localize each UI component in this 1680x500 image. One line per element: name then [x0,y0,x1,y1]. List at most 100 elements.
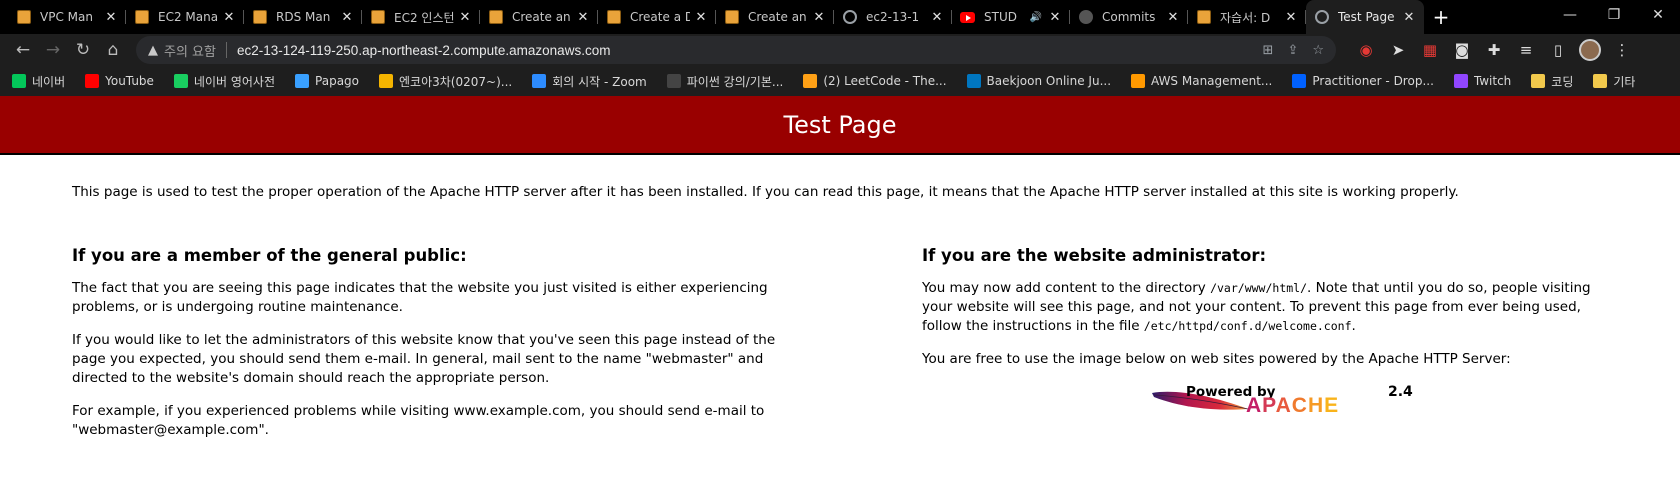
bookmark-label: 코딩 [1551,74,1574,89]
avatar [1579,39,1601,61]
reload-button[interactable]: ↻ [68,36,98,64]
close-tab-icon[interactable]: ✕ [930,10,944,25]
apache-letter: A [1275,394,1292,417]
url-text[interactable]: ec2-13-124-119-250.ap-northeast-2.comput… [237,43,1249,58]
bookmark-favicon-icon [532,74,547,88]
tab-title: Test Page [1338,10,1395,24]
two-columns: If you are a member of the general publi… [72,246,1608,454]
side-panel-icon[interactable]: ▯ [1542,36,1574,64]
bookmark-item[interactable]: Baekjoon Online Ju... [966,74,1111,88]
bookmark-item[interactable]: 네이버 영어사전 [173,73,275,90]
bookmark-favicon-icon [295,74,310,88]
share-icon[interactable]: ⇪ [1287,43,1298,58]
public-paragraph-3: For example, if you experienced problems… [72,403,765,438]
bookmark-item[interactable]: Practitioner - Drop... [1292,74,1434,88]
extensions-puzzle-icon[interactable]: ✚ [1478,36,1510,64]
tab-6[interactable]: Create a D ✕ [598,0,716,34]
globe-icon-shape [842,10,857,24]
admin-text-a: You may now add content to the directory [922,280,1211,296]
home-icon: ⌂ [107,40,119,60]
camera-icon[interactable]: ◙ [1446,36,1478,64]
tab-2[interactable]: EC2 Mana ✕ [126,0,244,34]
close-tab-icon[interactable]: ✕ [458,10,472,25]
translate-icon[interactable]: ⊞ [1263,43,1274,58]
tab-4[interactable]: EC2 인스턴 ✕ [362,0,480,34]
extension-grid-icon[interactable]: ▦ [1414,36,1446,64]
bookmark-item[interactable]: YouTube [85,74,154,88]
back-button[interactable]: ← [8,36,38,64]
bookmark-favicon-icon [379,74,394,88]
bookmark-label: Practitioner - Drop... [1312,74,1434,88]
restore-button[interactable]: ❐ [1592,0,1636,30]
tab-7[interactable]: Create an ✕ [716,0,834,34]
close-tab-icon[interactable]: ✕ [1284,10,1298,25]
bookmark-item[interactable]: 기타 [1593,73,1635,90]
tab-strip: VPC Man ✕ EC2 Mana ✕ RDS Man ✕ EC2 인스턴 ✕ Create … [0,0,1680,34]
tab-title: STUD [984,10,1017,24]
bookmark-item[interactable]: Papago [295,74,359,88]
bookmark-item[interactable]: 회의 시작 - Zoom [532,73,647,90]
bookmark-label: (2) LeetCode - The... [823,74,947,88]
tab-title: EC2 Mana [158,10,218,24]
bookmark-label: AWS Management... [1151,74,1273,88]
close-tab-icon[interactable]: ✕ [222,10,236,25]
youtube-icon [960,10,975,25]
tab-12[interactable]: Test Page ✕ [1306,0,1424,34]
warning-icon[interactable]: ▲ [148,43,158,58]
tab-5[interactable]: Create an ✕ [480,0,598,34]
close-tab-icon[interactable]: ✕ [1048,10,1062,25]
tab-1[interactable]: VPC Man ✕ [8,0,126,34]
tab-8[interactable]: ec2-13-1 ✕ [834,0,952,34]
bookmark-label: Twitch [1473,74,1512,88]
browser-menu-icon[interactable]: ⋮ [1606,36,1638,64]
powered-by-apache-badge: Powered by 2.4 APACHE [1150,383,1413,421]
close-tab-icon[interactable]: ✕ [694,10,708,25]
tab-10[interactable]: Commits ✕ [1070,0,1188,34]
close-window-button[interactable]: ✕ [1636,0,1680,30]
aws-cube-icon-shape [488,10,503,24]
tab-11[interactable]: 자습서: D ✕ [1188,0,1306,34]
apache-letter: H [1307,394,1325,417]
forward-button[interactable]: → [38,36,68,64]
close-tab-icon[interactable]: ✕ [1402,10,1416,25]
bookmark-item[interactable]: 네이버 [12,73,65,90]
close-tab-icon[interactable]: ✕ [1166,10,1180,25]
close-tab-icon[interactable]: ✕ [104,10,118,25]
bookmark-label: 엔코아3차(0207~)... [399,74,513,89]
bookmark-label: YouTube [105,74,154,88]
close-tab-icon[interactable]: ✕ [812,10,826,25]
youtube-icon-shape [960,11,975,23]
security-status[interactable]: 주의 요함 [164,41,216,60]
tab-3[interactable]: RDS Man ✕ [244,0,362,34]
extension-cursor-icon[interactable]: ➤ [1382,36,1414,64]
page-title: Test Page [0,96,1680,155]
public-heading: If you are a member of the general publi… [72,246,467,265]
bookmark-item[interactable]: (2) LeetCode - The... [803,74,947,88]
globe-icon [842,10,857,25]
close-tab-icon[interactable]: ✕ [576,10,590,25]
profile-avatar[interactable] [1574,36,1606,64]
bookmark-item[interactable]: Twitch [1453,74,1512,88]
new-tab-button[interactable]: + [1424,5,1458,29]
address-bar[interactable]: ▲ 주의 요함 ec2-13-124-119-250.ap-northeast-… [136,36,1336,64]
bookmark-favicon-icon [666,74,681,88]
bookmark-item[interactable]: 엔코아3차(0207~)... [379,73,512,90]
tab-title: 자습서: D [1220,10,1271,25]
aws-cube-icon [16,10,31,25]
aws-cube-icon-shape [134,10,149,24]
browser-toolbar: ← → ↻ ⌂ ▲ 주의 요함 ec2-13-124-119-250.ap-no… [0,34,1680,66]
bookmark-item[interactable]: AWS Management... [1131,74,1272,88]
bookmark-star-icon[interactable]: ☆ [1312,43,1324,58]
speaker-icon[interactable]: 🔊 [1030,12,1042,23]
reading-list-icon[interactable]: ≡ [1510,36,1542,64]
apache-letter: C [1291,394,1308,417]
close-tab-icon[interactable]: ✕ [340,10,354,25]
home-button[interactable]: ⌂ [98,36,128,64]
aws-cube-icon-shape [724,10,739,24]
tab-9[interactable]: STUD 🔊 ✕ [952,0,1070,34]
bookmark-item[interactable]: 코딩 [1531,73,1573,90]
extension-red-icon[interactable]: ◉ [1350,36,1382,64]
aws-cube-icon [724,10,739,25]
bookmark-item[interactable]: 파이썬 강의/기본... [666,73,783,90]
minimize-button[interactable]: — [1548,0,1592,30]
